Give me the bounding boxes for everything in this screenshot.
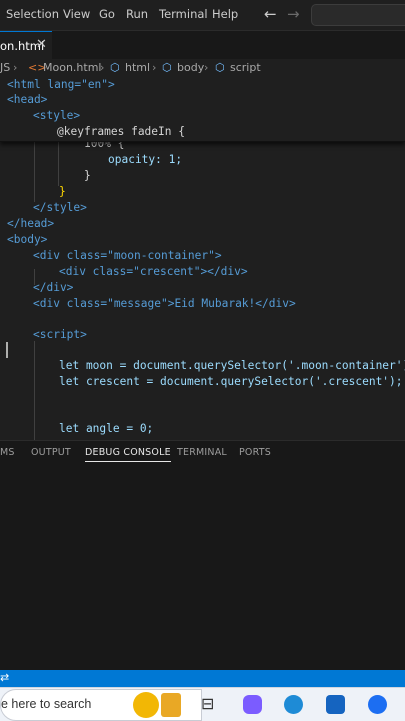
code-line: <div class="crescent"></div> xyxy=(59,265,248,278)
code-line: </style> xyxy=(33,201,87,214)
tab-debug-console[interactable]: DEBUG CONSOLE xyxy=(85,447,171,462)
code-line: } xyxy=(84,169,91,182)
element-icon: ⬡ xyxy=(162,61,172,74)
search-highlight-icon xyxy=(133,692,159,718)
menu-run[interactable]: Run xyxy=(126,7,148,21)
panel-tab-bar: MS OUTPUT DEBUG CONSOLE TERMINAL PORTS xyxy=(0,440,405,465)
menu-view[interactable]: View xyxy=(63,7,90,21)
sticky-line[interactable]: <style> xyxy=(7,108,80,124)
chevron-right-icon: › xyxy=(152,61,157,74)
arrow-right-icon[interactable]: → xyxy=(287,5,300,23)
chevron-right-icon: › xyxy=(100,61,105,74)
code-line: <div class="message">Eid Mubarak!</div> xyxy=(33,297,296,310)
text-cursor xyxy=(6,342,8,358)
windows-taskbar: e here to search ⊟ xyxy=(0,687,405,721)
editor-tab-bar: on.html ✕ xyxy=(0,31,405,60)
arrow-left-icon[interactable]: ← xyxy=(264,5,277,23)
menu-selection[interactable]: Selection xyxy=(6,7,59,21)
chevron-right-icon: › xyxy=(204,61,209,74)
copilot-icon[interactable] xyxy=(243,695,262,714)
menu-go[interactable]: Go xyxy=(99,7,115,21)
code-line: let angle = 0; xyxy=(59,422,154,435)
tab-moon-html[interactable]: on.html ✕ xyxy=(0,31,52,60)
sticky-line[interactable]: @keyframes fadeIn { xyxy=(7,124,185,140)
app-icon[interactable] xyxy=(368,695,387,714)
breadcrumb-file[interactable]: Moon.html xyxy=(43,61,101,74)
code-line: let crescent = document.querySelector('.… xyxy=(59,375,403,388)
element-icon: ⬡ xyxy=(215,61,225,74)
breadcrumb: JS › <> Moon.html › ⬡ html › ⬡ body › ⬡ … xyxy=(0,59,405,77)
code-line: opacity: 1; xyxy=(108,153,183,166)
breadcrumb-body[interactable]: body xyxy=(177,61,204,74)
search-highlight-icon xyxy=(161,693,181,717)
menu-bar: Selection View Go Run Terminal Help ← → xyxy=(0,0,405,31)
tab-terminal[interactable]: TERMINAL xyxy=(177,447,227,458)
element-icon: ⬡ xyxy=(110,61,120,74)
debug-console-panel[interactable] xyxy=(0,464,405,670)
code-line: } xyxy=(59,185,66,198)
sticky-scroll[interactable]: <html lang="en"> <head> <style> @keyfram… xyxy=(0,77,405,142)
code-line: <script> xyxy=(33,328,87,341)
close-icon[interactable]: ✕ xyxy=(36,37,47,52)
code-editor[interactable]: 100% { opacity: 1; } } </style> </head> … xyxy=(0,77,405,440)
menu-help[interactable]: Help xyxy=(212,7,238,21)
chevron-right-icon: › xyxy=(13,61,18,74)
command-center-search[interactable] xyxy=(311,4,405,26)
store-icon[interactable] xyxy=(326,695,345,714)
status-bar: ⇄ xyxy=(0,670,405,687)
breadcrumb-script[interactable]: script xyxy=(230,61,261,74)
edge-browser-icon[interactable] xyxy=(284,695,303,714)
sticky-line[interactable]: <html lang="en"> xyxy=(7,77,115,93)
sticky-line[interactable]: <head> xyxy=(7,92,47,108)
tab-problems[interactable]: MS xyxy=(0,447,15,458)
code-line: </head> xyxy=(7,217,55,230)
remote-icon[interactable]: ⇄ xyxy=(0,671,9,684)
code-line: let moon = document.querySelector('.moon… xyxy=(59,359,405,372)
tab-ports[interactable]: PORTS xyxy=(239,447,271,458)
code-line: </div> xyxy=(33,281,74,294)
taskbar-search-box[interactable]: e here to search xyxy=(0,689,202,721)
breadcrumb-html[interactable]: html xyxy=(125,61,150,74)
menu-terminal[interactable]: Terminal xyxy=(159,7,208,21)
code-line: <body> xyxy=(7,233,48,246)
tab-output[interactable]: OUTPUT xyxy=(31,447,71,458)
taskbar-search-placeholder: e here to search xyxy=(1,697,92,711)
code-line: <div class="moon-container"> xyxy=(33,249,222,262)
breadcrumb-folder[interactable]: JS xyxy=(0,61,10,74)
task-view-icon[interactable]: ⊟ xyxy=(201,694,214,713)
